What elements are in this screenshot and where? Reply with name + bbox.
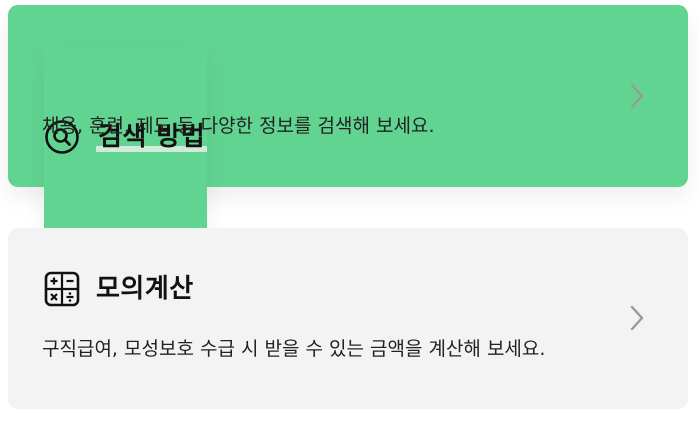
calculator-icon <box>44 271 80 307</box>
mock-calculation-description: 구직급여, 모성보호 수급 시 받을 수 있는 금액을 계산해 보세요. <box>42 338 546 360</box>
chevron-right-icon <box>629 304 645 332</box>
page: 검색 방법 채용, 훈련, 제도 등 다양한 정보를 검색해 보세요. 모의계산… <box>0 0 699 430</box>
chevron-right-icon <box>629 82 645 110</box>
mock-calculation-title: 모의계산 <box>96 274 194 304</box>
mock-calculation-card[interactable] <box>8 228 688 409</box>
search-method-description: 채용, 훈련, 제도 등 다양한 정보를 검색해 보세요. <box>42 115 435 137</box>
mock-calculation-title-row: 모의계산 <box>44 271 194 307</box>
